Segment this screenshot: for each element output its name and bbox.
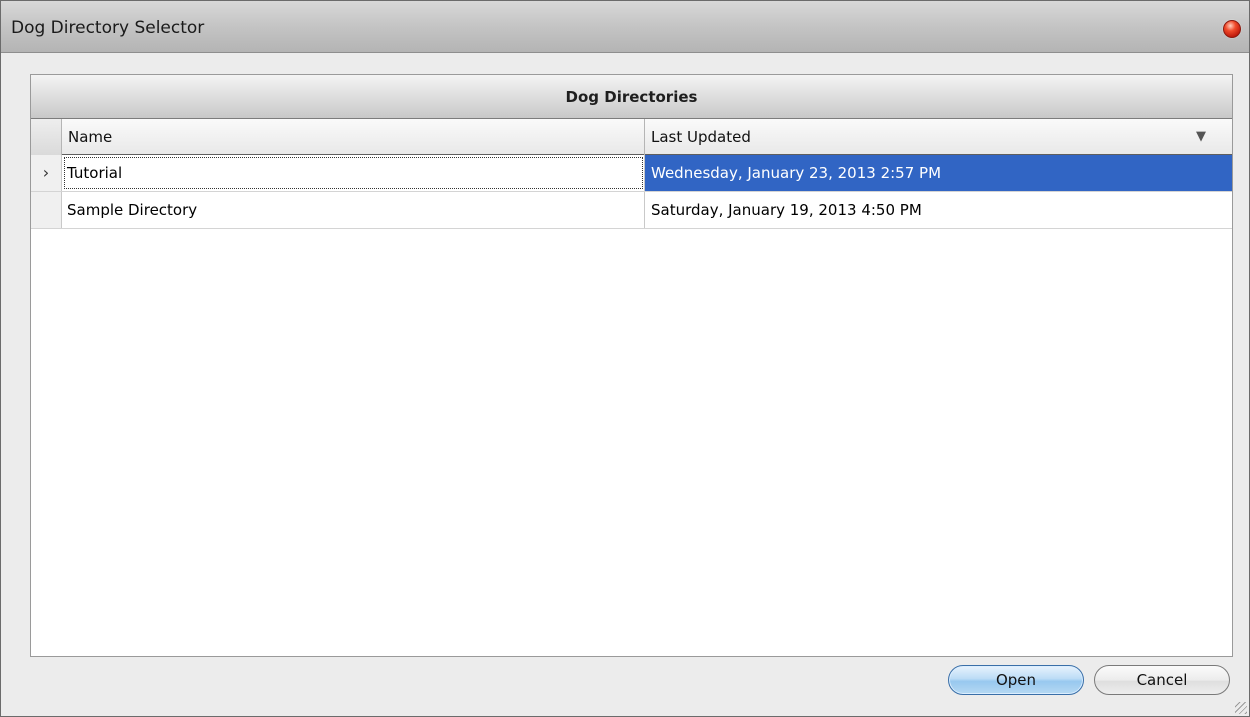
- grid-header-row: Name Last Updated ▼: [31, 119, 1232, 155]
- row-indicator-header: [31, 119, 62, 155]
- table-row[interactable]: Sample Directory Saturday, January 19, 2…: [31, 192, 1232, 229]
- column-header-last-updated-label: Last Updated: [651, 128, 751, 146]
- cancel-button[interactable]: Cancel: [1094, 665, 1230, 695]
- cell-last-updated[interactable]: Saturday, January 19, 2013 4:50 PM: [645, 192, 1232, 228]
- row-indicator-icon: [31, 192, 62, 228]
- cell-name[interactable]: Tutorial: [62, 155, 645, 191]
- title-bar[interactable]: Dog Directory Selector: [1, 1, 1249, 53]
- resize-grip-icon[interactable]: [1235, 702, 1247, 714]
- sort-descending-icon[interactable]: ▼: [1196, 119, 1206, 155]
- dialog-window: Dog Directory Selector Dog Directories N…: [0, 0, 1250, 717]
- window-title: Dog Directory Selector: [11, 18, 205, 38]
- column-header-name-label: Name: [68, 128, 113, 146]
- cell-last-updated[interactable]: Wednesday, January 23, 2013 2:57 PM: [645, 155, 1232, 191]
- column-header-name[interactable]: Name: [62, 119, 645, 155]
- open-button[interactable]: Open: [948, 665, 1084, 695]
- row-indicator-icon: ›: [31, 155, 62, 191]
- table-row[interactable]: › Tutorial Wednesday, January 23, 2013 2…: [31, 155, 1232, 192]
- column-header-last-updated[interactable]: Last Updated ▼: [645, 119, 1232, 155]
- grid-caption: Dog Directories: [31, 75, 1232, 119]
- close-icon[interactable]: [1223, 20, 1241, 38]
- cell-name[interactable]: Sample Directory: [62, 192, 645, 228]
- directory-grid: Dog Directories Name Last Updated ▼ › Tu…: [30, 74, 1233, 657]
